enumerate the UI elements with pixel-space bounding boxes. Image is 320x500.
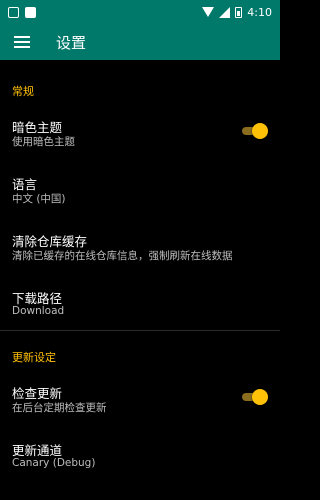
- page-title: 设置: [56, 33, 87, 52]
- app-toolbar: 设置: [0, 24, 280, 60]
- check-update-switch[interactable]: [240, 389, 268, 405]
- photo-icon: [25, 6, 36, 18]
- setting-language[interactable]: 语言 中文 (中国): [0, 167, 280, 219]
- menu-icon[interactable]: [14, 36, 30, 48]
- setting-subtitle: 使用暗色主题: [12, 136, 75, 148]
- setting-check-update[interactable]: 检查更新 在后台定期检查更新: [0, 376, 280, 428]
- switch-thumb: [252, 123, 268, 139]
- setting-download-path[interactable]: 下载路径 Download: [0, 281, 280, 327]
- setting-subtitle: Download: [12, 305, 65, 317]
- wifi-icon: [202, 7, 215, 17]
- setting-subtitle: 在后台定期检查更新: [12, 402, 107, 414]
- status-left: [8, 6, 36, 18]
- switch-thumb: [252, 389, 268, 405]
- section-divider: [0, 330, 280, 331]
- section-header-general: 常规: [12, 85, 34, 98]
- battery-icon: [235, 6, 243, 18]
- dark-theme-switch[interactable]: [240, 123, 268, 139]
- status-right: 4:10: [202, 6, 272, 19]
- signal-icon: [219, 6, 231, 18]
- section-header-update: 更新设定: [12, 351, 56, 364]
- setting-subtitle: 中文 (中国): [12, 193, 66, 205]
- setting-subtitle: Canary (Debug): [12, 457, 96, 469]
- status-bar: 4:10: [0, 0, 280, 24]
- setting-clear-cache[interactable]: 清除仓库缓存 清除已缓存的在线仓库信息，强制刷新在线数据: [0, 224, 280, 276]
- notification-icon: [8, 6, 19, 18]
- status-time: 4:10: [247, 5, 272, 19]
- setting-subtitle: 清除已缓存的在线仓库信息，强制刷新在线数据: [12, 250, 233, 262]
- setting-dark-theme[interactable]: 暗色主题 使用暗色主题: [0, 110, 280, 162]
- setting-update-channel[interactable]: 更新通道 Canary (Debug): [0, 433, 280, 485]
